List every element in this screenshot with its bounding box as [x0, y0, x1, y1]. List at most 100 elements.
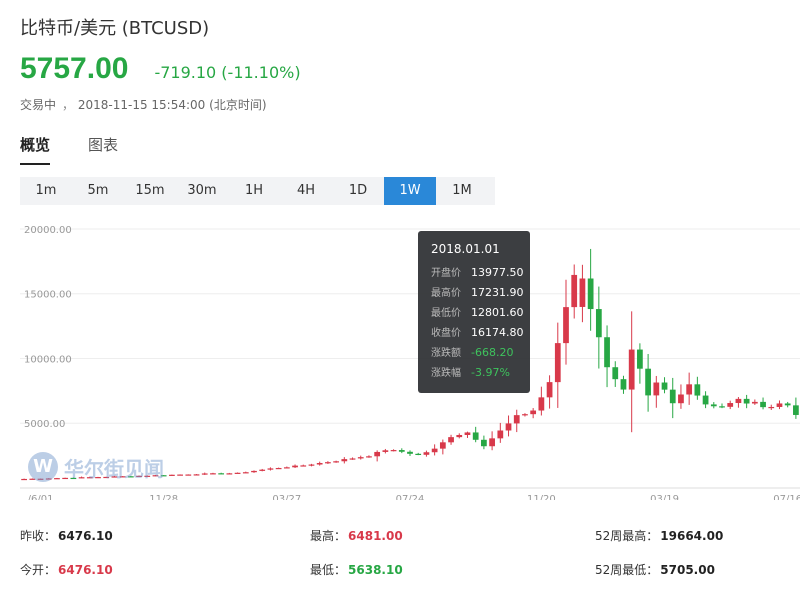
candle-body[interactable]: [472, 432, 479, 440]
candle-body[interactable]: [439, 442, 446, 449]
candle-body[interactable]: [522, 414, 528, 416]
candle-body[interactable]: [267, 468, 274, 470]
candle-body[interactable]: [628, 349, 635, 390]
candle-body[interactable]: [489, 438, 495, 447]
stat-label: 最高：: [310, 529, 347, 543]
candle-body[interactable]: [448, 437, 454, 443]
stat-value: 19664.00: [660, 529, 724, 543]
period-15m-button[interactable]: 15m: [124, 177, 176, 205]
candle-body[interactable]: [325, 462, 331, 464]
x-tick-label: 07/16: [773, 494, 800, 500]
candle-body[interactable]: [604, 337, 610, 368]
timestamp: 2018-11-15 15:54:00: [77, 98, 206, 112]
candle-body[interactable]: [760, 401, 766, 408]
tab-overview[interactable]: 概览: [20, 134, 51, 165]
tooltip-value: 12801.60: [471, 306, 524, 319]
candle-body[interactable]: [686, 384, 693, 395]
candle-body[interactable]: [316, 463, 323, 465]
candle-body[interactable]: [415, 453, 422, 456]
candle-body[interactable]: [497, 430, 504, 439]
candle-body[interactable]: [710, 404, 717, 407]
candle-body[interactable]: [612, 367, 619, 380]
candle-body[interactable]: [735, 398, 742, 404]
candle-body[interactable]: [595, 309, 602, 338]
tooltip-value: 16174.80: [471, 326, 524, 339]
candle-body[interactable]: [366, 456, 372, 458]
stat-label: 52周最高：: [595, 529, 659, 543]
candle-body[interactable]: [431, 448, 438, 453]
candle-body[interactable]: [226, 473, 233, 475]
candle-body[interactable]: [645, 368, 651, 396]
candle-body[interactable]: [768, 406, 775, 409]
candle-body[interactable]: [242, 472, 249, 474]
candle-body[interactable]: [793, 405, 799, 415]
candle-body[interactable]: [546, 382, 553, 398]
stat-label: 最低：: [310, 563, 347, 577]
candle-body[interactable]: [694, 384, 701, 396]
candle-body[interactable]: [201, 473, 208, 475]
candle-body[interactable]: [579, 278, 586, 307]
page-title: 比特币/美元 (BTCUSD): [20, 18, 210, 39]
candle-body[interactable]: [530, 410, 537, 415]
candle-body[interactable]: [727, 403, 734, 407]
candle-body[interactable]: [177, 474, 183, 476]
period-5m-button[interactable]: 5m: [72, 177, 124, 205]
candle-body[interactable]: [784, 403, 791, 406]
candle-body[interactable]: [669, 389, 676, 404]
candle-body[interactable]: [169, 474, 175, 476]
candle-body[interactable]: [259, 469, 266, 471]
period-1h-button[interactable]: 1H: [228, 177, 280, 205]
candle-body[interactable]: [300, 465, 307, 467]
period-1m-button[interactable]: 1m: [20, 177, 72, 205]
candle-body[interactable]: [357, 457, 364, 459]
candle-body[interactable]: [571, 274, 578, 308]
candle-body[interactable]: [341, 459, 348, 462]
period-30m-button[interactable]: 30m: [176, 177, 228, 205]
candle-body[interactable]: [554, 343, 561, 383]
period-4h-button[interactable]: 4H: [280, 177, 332, 205]
candle-body[interactable]: [374, 451, 381, 457]
period-1d-button[interactable]: 1D: [332, 177, 384, 205]
candle-body[interactable]: [513, 415, 520, 424]
candle-body[interactable]: [234, 472, 241, 474]
candle-body[interactable]: [333, 461, 339, 463]
candle-body[interactable]: [218, 473, 225, 475]
candle-body[interactable]: [464, 432, 471, 435]
candle-body[interactable]: [382, 450, 389, 452]
candle-body[interactable]: [587, 278, 594, 310]
candle-body[interactable]: [193, 474, 200, 476]
stat-prev-close: 昨收： 6476.10: [20, 527, 113, 544]
candle-body[interactable]: [21, 478, 27, 481]
tooltip-value: 17231.90: [471, 286, 524, 299]
candle-body[interactable]: [620, 379, 627, 390]
candle-body[interactable]: [292, 465, 298, 468]
candle-body[interactable]: [538, 397, 545, 411]
candle-body[interactable]: [661, 382, 668, 390]
candle-body[interactable]: [481, 439, 487, 447]
candle-body[interactable]: [185, 474, 192, 476]
candle-body[interactable]: [210, 473, 216, 475]
candle-body[interactable]: [308, 464, 315, 466]
candle-body[interactable]: [390, 450, 397, 452]
candle-body[interactable]: [637, 349, 643, 369]
period-1w-button[interactable]: 1W: [384, 177, 436, 205]
period-1mo-button[interactable]: 1M: [436, 177, 488, 205]
candle-body[interactable]: [456, 434, 463, 438]
candle-body[interactable]: [505, 423, 512, 431]
candle-body[interactable]: [719, 406, 725, 408]
candle-body[interactable]: [743, 398, 750, 404]
candle-body[interactable]: [776, 403, 783, 407]
candle-body[interactable]: [751, 401, 758, 404]
tab-chart[interactable]: 图表: [88, 134, 118, 165]
candle-body[interactable]: [349, 458, 356, 460]
candle-body[interactable]: [423, 452, 430, 455]
candle-body[interactable]: [653, 382, 660, 396]
candle-body[interactable]: [251, 470, 257, 473]
candle-body[interactable]: [407, 451, 413, 454]
candle-body[interactable]: [398, 450, 405, 452]
candle-body[interactable]: [275, 467, 282, 470]
candle-body[interactable]: [283, 467, 290, 469]
candle-body[interactable]: [678, 394, 684, 404]
candle-body[interactable]: [702, 395, 709, 405]
candle-body[interactable]: [563, 307, 569, 344]
